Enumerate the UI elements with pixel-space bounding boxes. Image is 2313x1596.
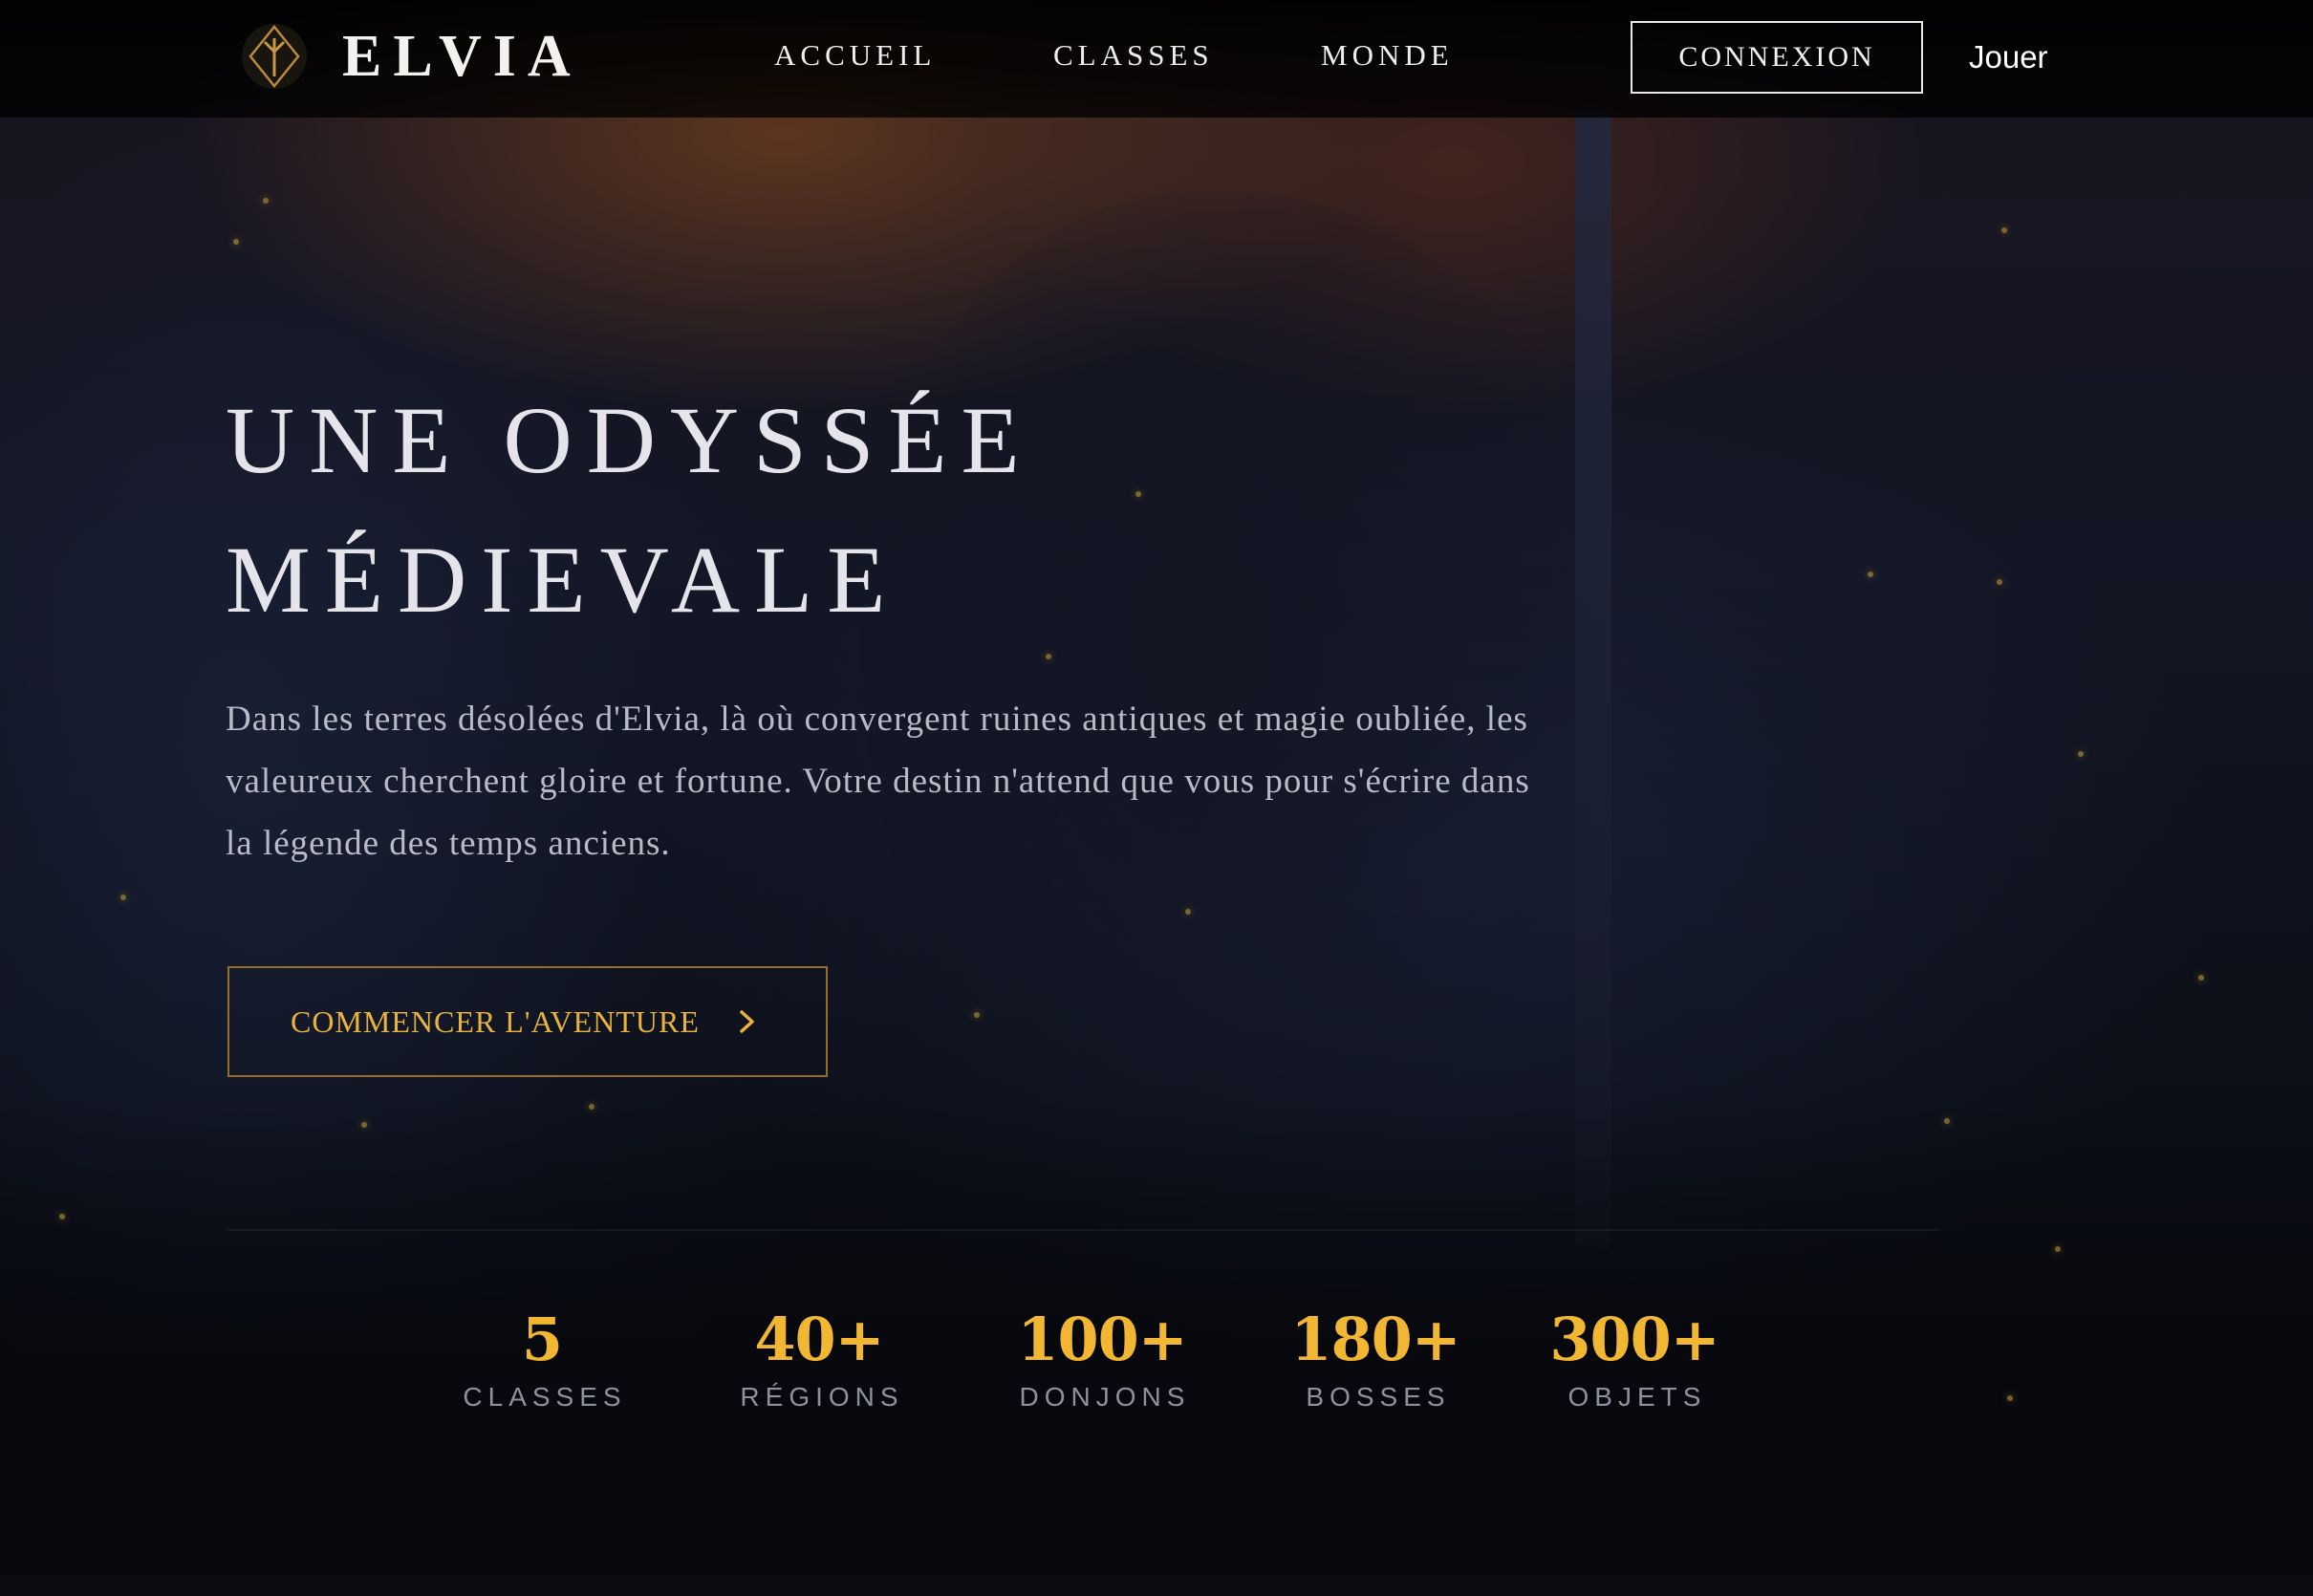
top-navigation-bar: ELVIA ACCUEIL CLASSES MONDE CONNEXION Jo… <box>0 0 2313 118</box>
hero-title-line-2: MÉDIEVALE <box>226 527 900 633</box>
stat-label: OBJETS <box>1567 1382 1707 1412</box>
nav-link-monde[interactable]: MONDE <box>1321 34 1454 76</box>
ember-particle <box>120 895 126 900</box>
stat-value: 40+ <box>754 1305 884 1374</box>
stat-bosses: 180+ BOSSES <box>1290 1302 1460 1413</box>
ember-particle <box>2055 1246 2061 1252</box>
nav-link-accueil[interactable]: ACCUEIL <box>774 34 936 76</box>
ember-particle <box>1868 572 1873 577</box>
landing-page: ELVIA ACCUEIL CLASSES MONDE CONNEXION Jo… <box>0 0 2313 1596</box>
stat-dungeons: 100+ DONJONS <box>1014 1302 1191 1413</box>
ember-particle <box>1997 579 2002 585</box>
ember-particle <box>1185 909 1191 915</box>
stat-items: 300+ OBJETS <box>1549 1302 1719 1413</box>
ember-particle <box>1046 654 1051 659</box>
ember-particle <box>1135 491 1141 497</box>
stat-value: 300+ <box>1549 1305 1719 1374</box>
nav-link-classes[interactable]: CLASSES <box>1053 34 1214 76</box>
page-bottom-edge <box>0 1575 2313 1596</box>
stat-label: RÉGIONS <box>740 1382 904 1412</box>
ember-particle <box>2001 227 2007 233</box>
stat-value: 100+ <box>1017 1305 1187 1374</box>
stat-value: 180+ <box>1290 1305 1460 1374</box>
play-link[interactable]: Jouer <box>1969 36 2048 78</box>
hero-staff-silhouette <box>1575 105 1611 1252</box>
stat-value: 5 <box>521 1305 563 1374</box>
section-divider <box>227 1229 1940 1231</box>
login-button[interactable]: CONNEXION <box>1631 21 1923 94</box>
ember-particle <box>361 1122 367 1128</box>
ember-particle <box>1944 1118 1950 1124</box>
stat-regions: 40+ RÉGIONS <box>734 1302 903 1413</box>
ember-particle <box>233 239 239 245</box>
chevron-right-icon <box>740 1010 754 1033</box>
hero-title: UNE ODYSSÉE MÉDIEVALE <box>226 371 1034 650</box>
stat-label: BOSSES <box>1306 1382 1451 1412</box>
ember-particle <box>589 1104 594 1110</box>
ember-particle <box>974 1012 980 1018</box>
ember-particle <box>263 198 269 204</box>
stat-label: DONJONS <box>1019 1382 1191 1412</box>
start-adventure-button[interactable]: COMMENCER L'AVENTURE <box>227 966 828 1077</box>
hero-description: Dans les terres désolées d'Elvia, là où … <box>226 700 1530 863</box>
stat-classes: 5 CLASSES <box>457 1302 626 1413</box>
ember-particle <box>2078 751 2084 757</box>
ember-particle <box>2198 975 2204 981</box>
rune-diamond-icon[interactable] <box>239 19 310 94</box>
ember-particle <box>59 1214 65 1219</box>
stat-label: CLASSES <box>463 1382 627 1412</box>
login-button-label: CONNEXION <box>1678 41 1875 73</box>
start-adventure-label: COMMENCER L'AVENTURE <box>291 1003 700 1039</box>
hero-title-line-1: UNE ODYSSÉE <box>226 387 1034 493</box>
ember-particle <box>2007 1395 2013 1401</box>
brand-logo-text[interactable]: ELVIA <box>342 19 582 94</box>
